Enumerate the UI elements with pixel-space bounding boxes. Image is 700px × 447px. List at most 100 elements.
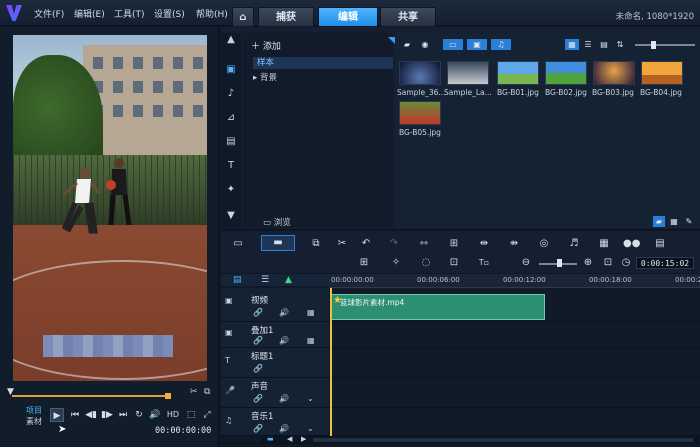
menu-tools[interactable]: 工具(T) (114, 7, 145, 20)
prev-frame-button[interactable]: ◀▮ (84, 408, 98, 422)
timeline-ruler[interactable]: 00:00:00:00 00:00:06:00 00:00:12:00 00:0… (329, 274, 700, 288)
tab-edit[interactable]: 编辑 (318, 7, 378, 26)
scroll-right-icon[interactable]: ▶ (301, 435, 306, 443)
ripple-icon[interactable]: ▲ (285, 275, 292, 285)
ripple-track-icon[interactable]: ▦ (307, 308, 315, 317)
zoom-in-icon[interactable]: ⊕ (581, 256, 595, 270)
thumbnail-bg-b03[interactable] (593, 61, 635, 85)
panel-edit-icon[interactable]: ✎ (683, 216, 695, 227)
home-tab[interactable]: ⌂ (232, 7, 254, 26)
ripple-track-icon[interactable]: ▦ (307, 336, 315, 345)
track-header-overlay[interactable]: ▣ 叠加1 🔗 🔊 ▦ (221, 322, 329, 348)
subtitle-icon[interactable]: ▤ (653, 237, 667, 251)
audio-mixer-icon[interactable]: ♬ (567, 237, 581, 251)
motion-icon[interactable]: ✧ (389, 256, 403, 270)
fullscreen-icon[interactable]: ⤢ (200, 408, 214, 422)
mute-icon[interactable]: 🔊 (279, 336, 289, 345)
thumbnail-bg-b02[interactable] (545, 61, 587, 85)
down-arrow-icon[interactable]: ▼ (224, 209, 238, 223)
mode-project[interactable]: 项目 (26, 405, 42, 416)
video-preview[interactable] (13, 35, 207, 381)
thumbnail-bg-b05[interactable] (399, 101, 441, 125)
pan-zoom-icon[interactable]: ⊞ (447, 237, 461, 251)
show-photos-icon[interactable]: ▣ (467, 39, 487, 50)
fit-timeline-icon[interactable]: ⇿ (417, 237, 431, 251)
scroll-mode-icon[interactable]: ▬ (267, 435, 274, 443)
link-icon[interactable]: 🔗 (253, 394, 263, 403)
filter-icon[interactable]: ✦ (224, 183, 238, 197)
mute-icon[interactable]: 🔊 (279, 394, 289, 403)
timeline-view-icon[interactable]: ▬ (261, 235, 295, 251)
storyboard-view-icon[interactable]: ▭ (231, 237, 245, 251)
track-header-music[interactable]: ♫ 音乐1 🔗 🔊 ⌄ (221, 408, 329, 436)
expand-icon[interactable]: ⌄ (307, 424, 314, 433)
mask-icon[interactable]: ◌ (419, 256, 433, 270)
tab-capture[interactable]: 捕获 (258, 7, 314, 26)
playhead[interactable] (330, 288, 332, 436)
track-manager-icon[interactable]: ▤ (233, 275, 242, 285)
track-lane-voice[interactable] (329, 378, 700, 408)
link-icon[interactable]: 🔗 (253, 364, 263, 373)
menu-help[interactable]: 帮助(H) (196, 7, 228, 20)
show-audio-icon[interactable]: ♫ (491, 39, 511, 50)
panel-grid-icon[interactable]: ▦ (668, 216, 680, 227)
browse-button[interactable]: ▭ 浏览 (263, 216, 291, 228)
repeat-icon[interactable]: ↻ (132, 408, 146, 422)
record-icon[interactable]: ◉ (419, 39, 431, 50)
import-folder-icon[interactable]: ▰ (401, 39, 413, 50)
tab-share[interactable]: 共享 (380, 7, 436, 26)
media-icon[interactable]: ▣ (224, 63, 238, 77)
track-lane-title[interactable] (329, 348, 700, 378)
instant-project-icon[interactable]: ♪ (224, 87, 238, 101)
title-tool-icon[interactable]: T▫ (477, 256, 491, 270)
link-icon[interactable]: 🔗 (253, 308, 263, 317)
link-icon[interactable]: 🔗 (253, 336, 263, 345)
play-button[interactable]: ▶ (50, 408, 64, 422)
track-header-voice[interactable]: 🎤 声音 🔗 🔊 ⌄ (221, 378, 329, 408)
link-icon[interactable]: 🔗 (253, 424, 263, 433)
track-lane-music[interactable] (329, 408, 700, 436)
show-videos-icon[interactable]: ▭ (443, 39, 463, 50)
thumbnail-view-icon[interactable]: ▦ (565, 39, 579, 50)
title-icon[interactable]: T (224, 159, 238, 173)
menu-file[interactable]: 文件(F) (34, 7, 64, 20)
panel-options-icon[interactable]: ▰ (653, 216, 665, 227)
mute-icon[interactable]: 🔊 (279, 308, 289, 317)
hd-button[interactable]: HD (165, 408, 181, 422)
thumbnail-bg-b04[interactable] (641, 61, 683, 85)
record-screen-icon[interactable]: ◎ (537, 237, 551, 251)
menu-settings[interactable]: 设置(S) (154, 7, 185, 20)
folder-item-background[interactable]: ▸ 背景 (253, 71, 277, 83)
sort-icon[interactable]: ⇅ (613, 39, 627, 50)
video-clip[interactable]: ★ 篮球影片素材.mp4 (331, 294, 545, 320)
timeline-timecode[interactable]: 0:00:15:02 (636, 257, 694, 269)
thumbnail-sample-landscape[interactable] (447, 61, 489, 85)
preview-timecode[interactable]: 00:00:00:00 (155, 426, 211, 436)
end-button[interactable]: ⏭ (116, 408, 130, 422)
split-icon[interactable]: ✂ (190, 387, 198, 397)
scrub-bar[interactable]: ▼ (7, 387, 212, 401)
add-folder-button[interactable]: ＋ 添加 (251, 39, 281, 52)
tools-icon[interactable]: ✂ (335, 237, 349, 251)
multi-cam-icon[interactable]: ▦ (597, 237, 611, 251)
scroll-thumb[interactable] (313, 438, 693, 442)
scroll-left-icon[interactable]: ◀ (287, 435, 292, 443)
transition-icon[interactable]: ⊿ (224, 111, 238, 125)
scrub-handle-icon[interactable]: ▼ (7, 387, 17, 397)
zoom-handle[interactable] (557, 259, 562, 267)
thumbnail-size-handle[interactable] (651, 41, 656, 49)
detail-view-icon[interactable]: ▤ (597, 39, 611, 50)
chapter-icon[interactable]: ☰ (261, 275, 269, 285)
fit-project-icon[interactable]: ⊡ (601, 256, 615, 270)
zoom-out-icon[interactable]: ⊖ (519, 256, 533, 270)
crop-icon[interactable]: ⬚ (184, 408, 198, 422)
grid-icon[interactable]: ⊞ (357, 256, 371, 270)
undo-icon[interactable]: ↶ (359, 237, 373, 251)
copy-icon[interactable]: ⧉ (309, 237, 323, 251)
resize-icon[interactable]: ⧉ (204, 387, 210, 397)
track-header-video[interactable]: ▣ 视频 🔗 🔊 ▦ (221, 288, 329, 322)
timeline-scrollbar[interactable]: ▬ ◀ ▶ (261, 435, 699, 444)
volume-icon[interactable]: 🔊 (148, 408, 162, 422)
mode-clip[interactable]: 素材 (26, 416, 42, 427)
graphic-icon[interactable]: ▤ (224, 135, 238, 149)
